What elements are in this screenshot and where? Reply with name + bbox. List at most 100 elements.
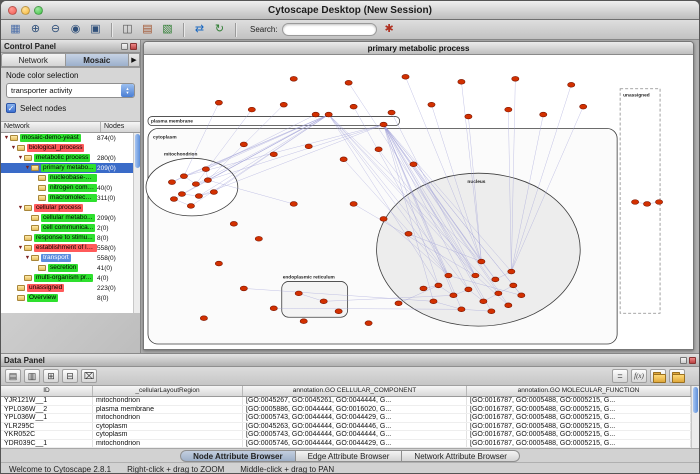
network-node[interactable] xyxy=(350,104,357,109)
network-node[interactable] xyxy=(350,202,357,207)
minimize-window-button[interactable] xyxy=(21,6,30,15)
network-node[interactable] xyxy=(215,100,222,105)
network-view-title[interactable]: primary metabolic process xyxy=(144,42,693,55)
network-node[interactable] xyxy=(248,107,255,112)
clear-attribute-button[interactable]: ⌧ xyxy=(81,369,97,383)
tree-row[interactable]: cell communica...2(0) xyxy=(1,223,133,233)
network-node[interactable] xyxy=(465,114,472,119)
network-node[interactable] xyxy=(632,200,639,205)
expand-triangle-icon[interactable]: ▼ xyxy=(17,205,24,211)
network-node[interactable] xyxy=(435,283,442,288)
select-nodes-option[interactable]: ✓ Select nodes xyxy=(6,103,135,113)
network-node[interactable] xyxy=(192,182,199,187)
network-node[interactable] xyxy=(170,197,177,202)
network-node[interactable] xyxy=(458,307,465,312)
tree-row[interactable]: multi-organism pr...4(0) xyxy=(1,273,133,283)
attribute-dropdown[interactable]: transporter activity ▲▼ xyxy=(6,83,135,98)
network-node[interactable] xyxy=(405,231,412,236)
network-node[interactable] xyxy=(375,147,382,152)
search-options-button[interactable]: ✱ xyxy=(381,22,398,38)
tab-overflow-arrow[interactable]: ▶ xyxy=(129,53,140,67)
network-node[interactable] xyxy=(180,174,187,179)
tab-edge-attribute-browser[interactable]: Edge Attribute Browser xyxy=(296,450,403,462)
tree-scrollbar-thumb[interactable] xyxy=(135,134,140,168)
expand-triangle-icon[interactable]: ▼ xyxy=(17,155,24,161)
network-node[interactable] xyxy=(240,142,247,147)
tree-row[interactable]: nitrogen compo...40(0) xyxy=(1,183,133,193)
delete-attribute-button[interactable]: ⊟ xyxy=(62,369,78,383)
network-node[interactable] xyxy=(505,303,512,308)
column-header[interactable]: annotation.GO MOLECULAR_FUNCTION xyxy=(467,386,691,396)
network-node[interactable] xyxy=(325,112,332,117)
tree-row[interactable]: secretion41(0) xyxy=(1,263,133,273)
network-node[interactable] xyxy=(472,273,479,278)
network-canvas[interactable]: plasma membranecytoplasmmitochondrionnuc… xyxy=(144,55,693,349)
search-input[interactable] xyxy=(282,23,377,36)
network-node[interactable] xyxy=(320,299,327,304)
zoom-out-button[interactable]: ⊖ xyxy=(47,22,64,38)
window-titlebar[interactable]: Cytoscape Desktop (New Session) xyxy=(1,1,699,20)
network-node[interactable] xyxy=(200,316,207,321)
network-node[interactable] xyxy=(335,309,342,314)
network-node[interactable] xyxy=(168,180,175,185)
network-node[interactable] xyxy=(492,277,499,282)
tree-row[interactable]: ▼cellular process xyxy=(1,203,133,213)
expand-triangle-icon[interactable]: ▼ xyxy=(17,245,24,251)
zoom-in-button[interactable]: ⊕ xyxy=(27,22,44,38)
close-window-button[interactable] xyxy=(8,6,17,15)
network-node[interactable] xyxy=(430,299,437,304)
network-node[interactable] xyxy=(580,104,587,109)
import-attributes-button[interactable] xyxy=(650,369,666,383)
table-row[interactable]: YKR052Ccytoplasm[GO:0005743, GO:0044444,… xyxy=(1,431,691,440)
tree-row[interactable]: nucleobase-co... xyxy=(1,173,133,183)
new-network-from-selection-button[interactable]: ▤ xyxy=(139,22,156,38)
network-node[interactable] xyxy=(402,74,409,79)
network-node[interactable] xyxy=(395,301,402,306)
network-node[interactable] xyxy=(187,204,194,209)
network-node[interactable] xyxy=(215,261,222,266)
table-scrollbar[interactable] xyxy=(691,386,699,448)
zoom-fit-button[interactable]: ▣ xyxy=(87,22,104,38)
session-button[interactable]: ▦ xyxy=(7,22,24,38)
select-attributes-button[interactable]: ▤ xyxy=(5,369,21,383)
network-node[interactable] xyxy=(240,286,247,291)
export-attributes-button[interactable] xyxy=(669,369,685,383)
network-node[interactable] xyxy=(255,236,262,241)
tree-column-nodes[interactable]: Nodes xyxy=(100,122,140,132)
column-header[interactable]: _cellularLayoutRegion xyxy=(93,386,243,396)
new-attribute-button[interactable]: ⊞ xyxy=(43,369,59,383)
annotation-button[interactable]: ▧ xyxy=(159,22,176,38)
network-node[interactable] xyxy=(410,162,417,167)
network-node[interactable] xyxy=(195,194,202,199)
expand-triangle-icon[interactable]: ▼ xyxy=(10,145,17,151)
network-node[interactable] xyxy=(290,202,297,207)
tree-row[interactable]: ▼biological_process xyxy=(1,143,133,153)
network-node[interactable] xyxy=(312,112,319,117)
network-node[interactable] xyxy=(495,291,502,296)
network-node[interactable] xyxy=(655,200,662,205)
hide-selected-button[interactable]: ◫ xyxy=(119,22,136,38)
table-row[interactable]: YLR295Ccytoplasm[GO:0045263, GO:0044444,… xyxy=(1,423,691,432)
tab-node-attribute-browser[interactable]: Node Attribute Browser xyxy=(180,450,296,462)
network-node[interactable] xyxy=(295,291,302,296)
network-node[interactable] xyxy=(518,293,525,298)
network-node[interactable] xyxy=(388,110,395,115)
network-node[interactable] xyxy=(445,273,452,278)
network-node[interactable] xyxy=(510,283,517,288)
network-node[interactable] xyxy=(465,287,472,292)
tree-row[interactable]: Overview8(0) xyxy=(1,293,133,303)
network-node[interactable] xyxy=(480,299,487,304)
network-node[interactable] xyxy=(380,217,387,222)
network-node[interactable] xyxy=(420,286,427,291)
network-node[interactable] xyxy=(270,152,277,157)
close-data-panel-icon[interactable] xyxy=(689,357,696,364)
network-node[interactable] xyxy=(380,122,387,127)
network-node[interactable] xyxy=(300,319,307,324)
network-node[interactable] xyxy=(365,321,372,326)
table-row[interactable]: YDR039C__1mitochondrion[GO:0005746, GO:0… xyxy=(1,440,691,449)
tab-mosaic[interactable]: Mosaic xyxy=(66,53,130,67)
network-node[interactable] xyxy=(210,190,217,195)
network-node[interactable] xyxy=(428,102,435,107)
column-header[interactable]: annotation.GO CELLULAR_COMPONENT xyxy=(243,386,467,396)
tree-scrollbar[interactable] xyxy=(133,133,140,313)
